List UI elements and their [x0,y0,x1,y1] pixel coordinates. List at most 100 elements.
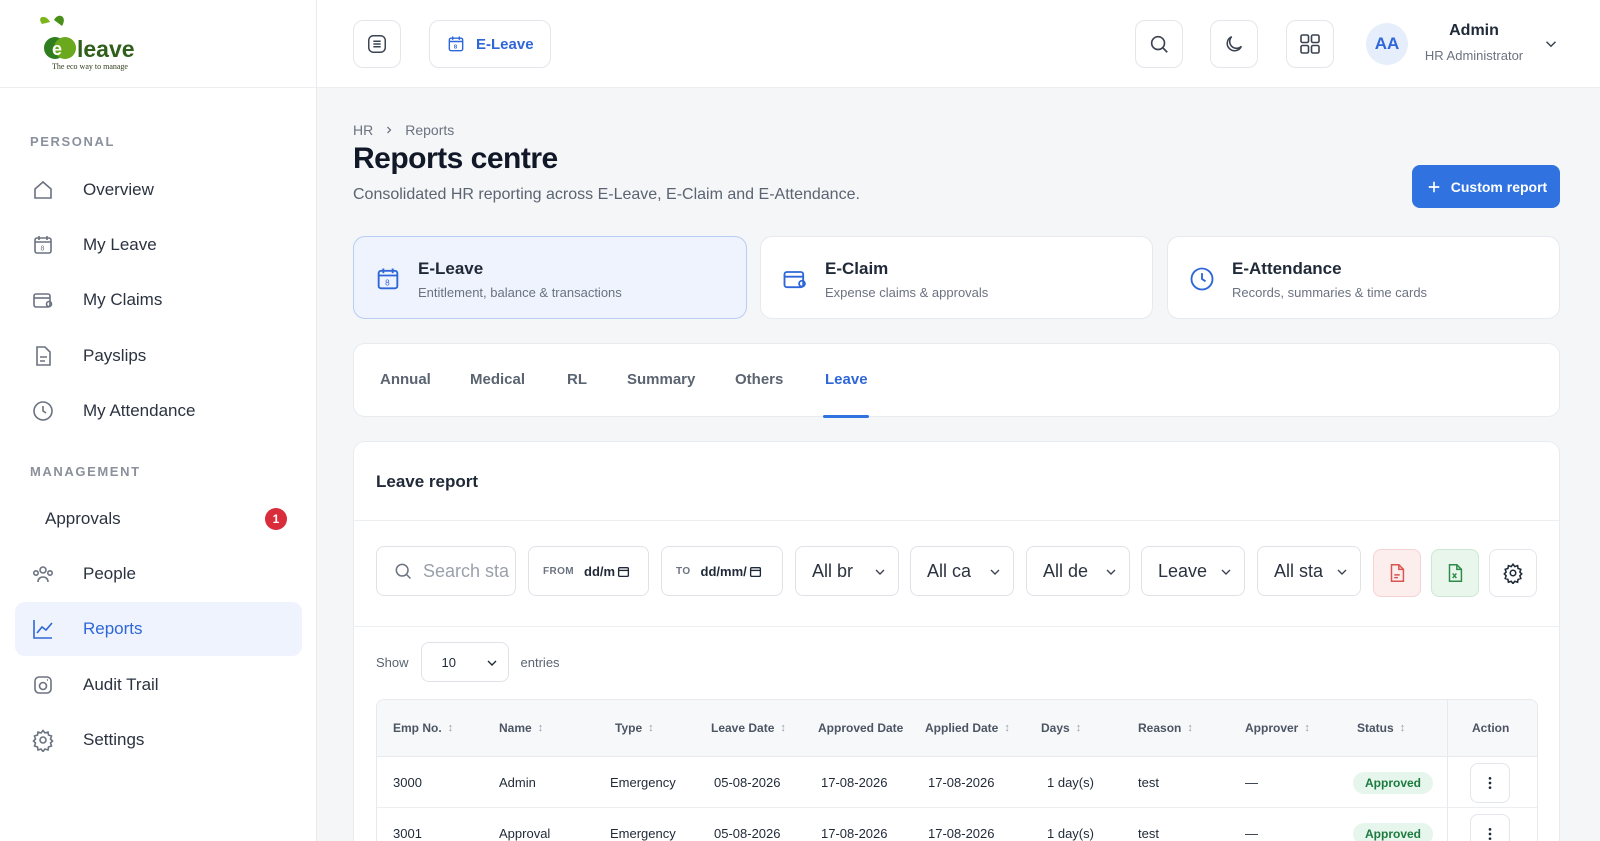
user-name[interactable]: Admin [1422,22,1526,40]
tab-others[interactable]: Others [735,371,783,388]
status-select[interactable]: All sta [1257,546,1361,596]
column-header-reason[interactable]: Reason ↕ [1138,721,1193,735]
to-date-value: dd/mm/ [700,563,747,579]
calendar-icon: 8 [448,36,464,52]
module-card-title: E-Leave [418,259,484,278]
svg-text:8: 8 [385,278,390,287]
svg-text:8: 8 [454,45,458,51]
column-header-approved-date[interactable]: Approved Date [818,721,903,735]
module-card-eclaim[interactable]: E-Claim Expense claims & approvals [760,236,1153,319]
cell-name: Admin [499,775,536,790]
export-excel-button[interactable] [1431,549,1479,597]
column-header-status[interactable]: Status ↕ [1357,721,1405,735]
tab-annual[interactable]: Annual [380,371,431,388]
chevron-down-icon [990,569,1000,575]
avatar[interactable]: AA [1366,23,1408,65]
breadcrumb: HR Reports [353,122,454,138]
leave-type-select[interactable]: Leave [1141,546,1245,596]
status-select-value: All sta [1274,560,1324,581]
report-tabs: Annual Medical RL Summary Others Leave [353,343,1560,418]
chevron-right-icon [387,126,392,134]
entries-select-value: 10 [441,654,456,670]
table-row[interactable]: 3000 Admin Emergency 05-08-2026 17-08-20… [377,757,1537,808]
column-settings-button[interactable] [1489,549,1537,597]
module-card-eleave[interactable]: 8 E-Leave Entitlement, balance & transac… [353,236,747,319]
breadcrumb-root[interactable]: HR [353,122,373,138]
module-card-eattendance[interactable]: E-Attendance Records, summaries & time c… [1167,236,1560,319]
department-select-value: All de [1043,560,1089,581]
svg-text:leave: leave [77,36,135,62]
entries-control: Show 10 entries [376,642,560,682]
chevron-down-icon [487,660,497,666]
calendar-icon: 8 [377,268,399,290]
custom-report-button[interactable]: Custom report [1412,165,1560,208]
leave-report-card: Leave report Search sta FROM dd/m TO dd/… [353,441,1560,841]
theme-toggle-button[interactable] [1210,20,1258,68]
column-header-applied-date[interactable]: Applied Date ↕ [925,721,1010,735]
action-column-divider [1447,700,1537,841]
cell-approver: — [1245,775,1258,790]
search-button[interactable] [1135,20,1183,68]
chevron-down-icon [1337,569,1347,575]
sidebar-item-my-leave[interactable]: 8 My Leave [15,218,302,272]
status-badge: Approved [1353,823,1434,841]
chevron-down-icon [875,569,885,575]
module-switcher-chip[interactable]: 8 E-Leave [429,20,551,68]
leave-type-select-value: Leave [1158,560,1208,581]
active-tab-indicator [823,415,869,418]
ecoleave-logo[interactable]: e leave The eco way to manage [32,14,152,72]
tab-leave[interactable]: Leave [825,371,868,388]
cell-emp-no: 3000 [393,775,422,790]
tab-summary[interactable]: Summary [627,371,695,388]
branch-select[interactable]: All br [795,546,899,596]
export-pdf-button[interactable] [1373,549,1421,597]
search-icon [1150,35,1168,53]
people-icon [30,561,56,587]
tab-medical[interactable]: Medical [470,371,525,388]
sidebar-item-people[interactable]: People [15,547,302,601]
sidebar-item-settings[interactable]: Settings [15,713,302,767]
logo-area: e leave The eco way to manage [0,0,316,88]
column-header-type[interactable]: Type ↕ [615,721,654,735]
from-date-field[interactable]: FROM dd/m [528,546,649,596]
cell-name: Approval [499,826,551,841]
sidebar-item-approvals[interactable]: Approvals 1 [15,492,302,546]
document-icon [30,343,56,369]
category-select[interactable]: All ca [910,546,1014,596]
sidebar-item-label: Overview [83,180,154,199]
column-header-emp-no[interactable]: Emp No. ↕ [393,721,453,735]
page-subtitle: Consolidated HR reporting across E-Leave… [353,186,860,203]
entries-select[interactable]: 10 [420,642,509,682]
search-placeholder: Search sta [423,560,510,581]
apps-grid-button[interactable] [1286,20,1334,68]
sidebar-item-payslips[interactable]: Payslips [15,329,302,383]
chevron-down-icon [1106,569,1116,575]
module-chip-label: E-Leave [476,35,534,53]
department-select[interactable]: All de [1026,546,1130,596]
calendar-icon [749,566,761,577]
table-row[interactable]: 3001 Approval Emergency 05-08-2026 17-08… [377,808,1537,841]
sort-icon: ↕ [780,722,786,734]
gear-icon [30,727,56,753]
wallet-icon [30,287,56,313]
svg-text:e: e [52,39,62,59]
column-header-approver[interactable]: Approver ↕ [1245,721,1310,735]
menu-toggle-button[interactable] [353,20,401,68]
tab-rl[interactable]: RL [567,371,587,388]
clock-icon [30,398,56,424]
sidebar-item-my-attendance[interactable]: My Attendance [15,384,302,438]
sidebar-item-audit-trail[interactable]: Audit Trail [15,658,302,712]
status-badge: Approved [1353,772,1434,794]
cell-leave-date: 05-08-2026 [714,775,781,790]
sidebar-item-reports[interactable]: Reports [15,602,302,656]
column-header-name[interactable]: Name ↕ [499,721,543,735]
excel-file-icon [1448,564,1463,582]
clock-icon [1190,267,1214,291]
sidebar-item-my-claims[interactable]: My Claims [15,273,302,327]
column-header-leave-date[interactable]: Leave Date ↕ [711,721,786,735]
column-header-days[interactable]: Days ↕ [1041,721,1081,735]
to-date-field[interactable]: TO dd/mm/ [661,546,783,596]
chevron-down-icon[interactable] [1542,35,1560,53]
sidebar-item-overview[interactable]: Overview [15,163,302,217]
search-input[interactable]: Search sta [376,546,516,596]
